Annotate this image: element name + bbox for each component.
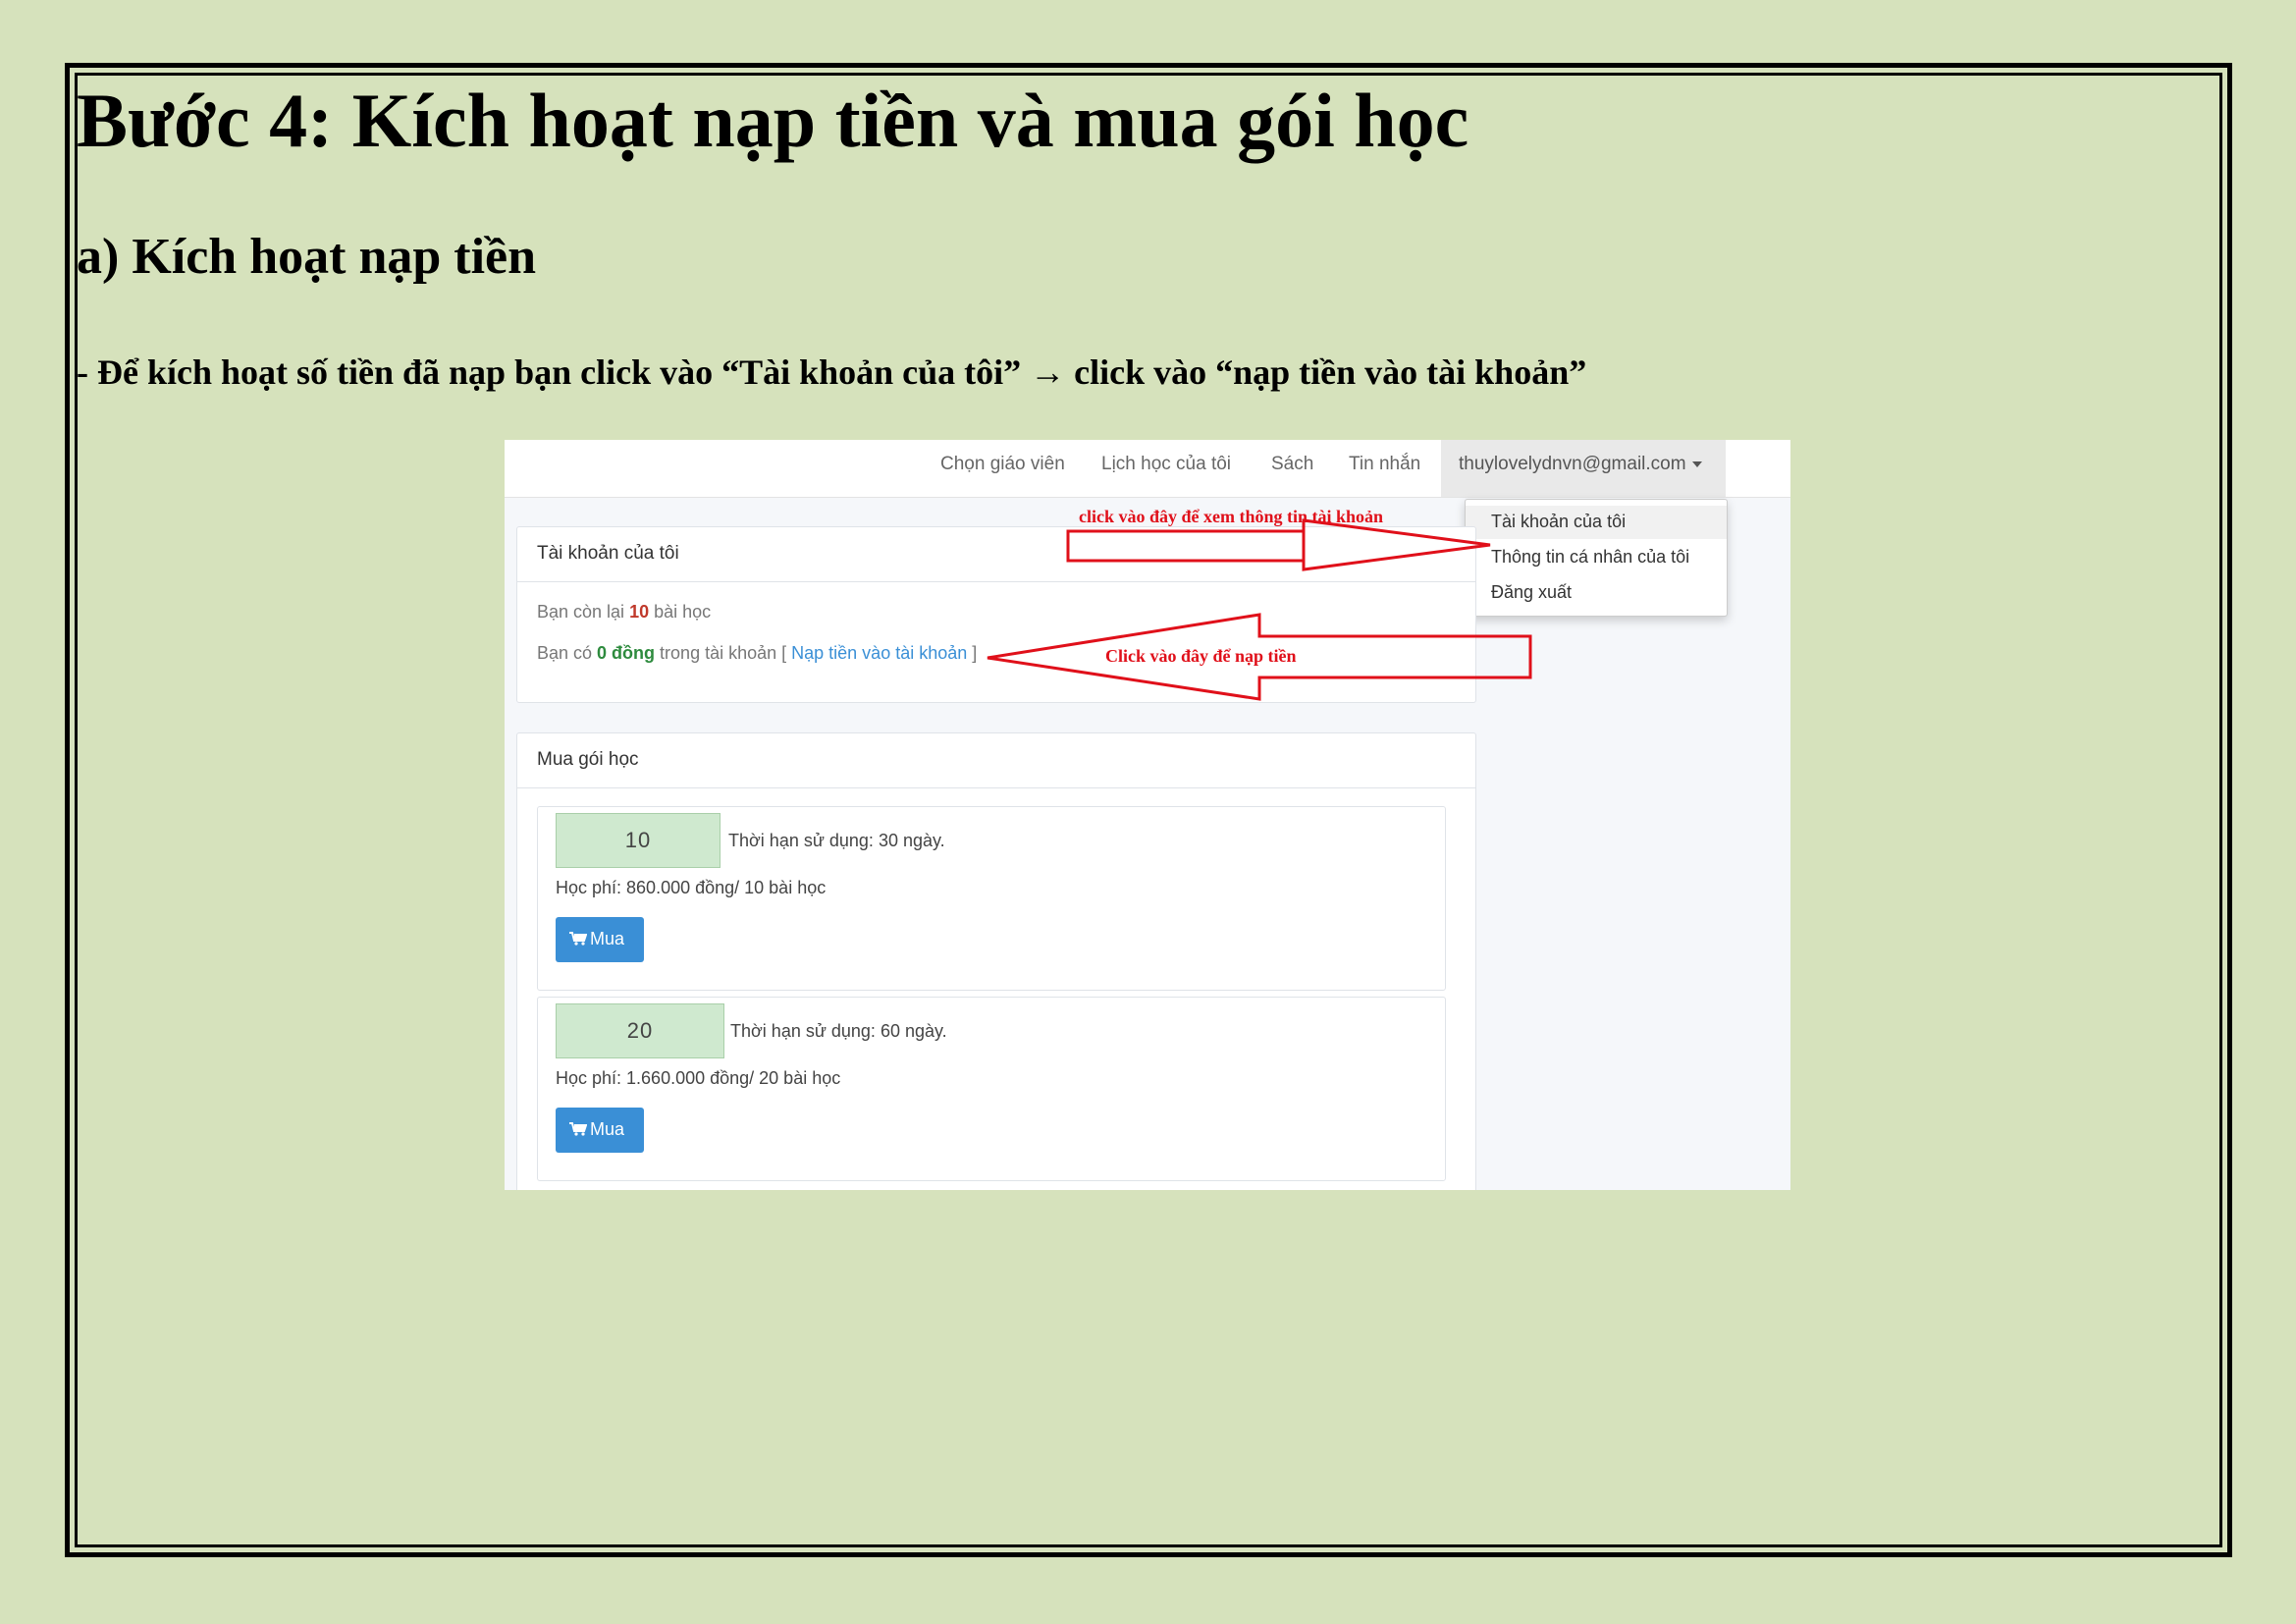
arrow-to-account-menu [1066, 518, 1491, 571]
website-screenshot: Chọn giáo viên Lịch học của tôi Sách Tin… [505, 440, 1790, 1190]
document-title: Bước 4: Kích hoạt nạp tiền và mua gói họ… [77, 78, 1469, 163]
section-heading: a) Kích hoạt nạp tiền [77, 229, 537, 285]
account-hint-label: click vào đây để xem thông tin tài khoản [1079, 507, 1384, 526]
annotation-arrows [987, 518, 1532, 701]
instruction-text: - Để kích hoạt số tiền đã nạp bạn click … [77, 352, 1587, 392]
topup-hint-label: Click vào đây để nạp tiền [1105, 646, 1297, 666]
